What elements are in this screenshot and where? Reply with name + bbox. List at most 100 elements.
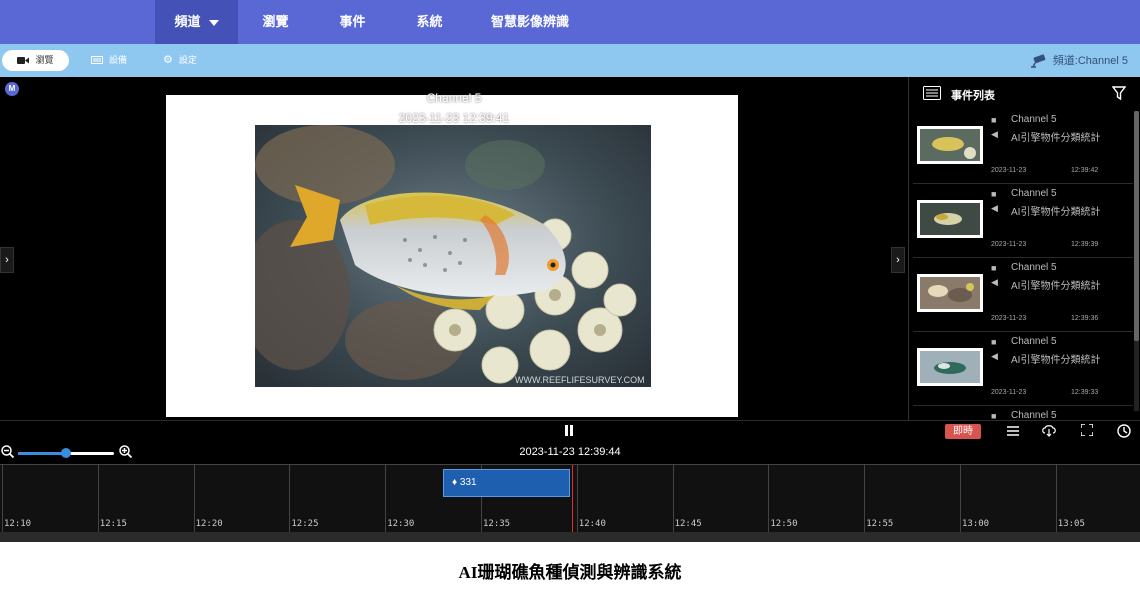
nav-item-label: 瀏覽 — [262, 14, 289, 29]
cloud-download-icon — [1042, 425, 1056, 437]
event-thumbnail — [917, 274, 983, 312]
event-type: AI引擎物件分類統計 — [1011, 281, 1101, 292]
fullscreen-button[interactable] — [1079, 423, 1095, 440]
timeline-gridline — [97, 465, 99, 533]
nav-item-events[interactable]: 事件 — [325, 0, 380, 44]
event-list-scrollbar[interactable] — [1134, 111, 1139, 411]
event-list-panel: 事件列表 ■ ◀ Channel 5 AI引擎物件分類統計 2023-11-23… — [908, 77, 1140, 420]
filter-icon[interactable] — [1112, 86, 1126, 100]
event-thumbnail — [917, 126, 983, 164]
video-camera-icon: ■ — [991, 263, 997, 273]
event-date: 2023-11-23 — [991, 241, 1027, 248]
video-camera-icon: ■ — [991, 337, 997, 347]
timeline-tick-label: 12:45 — [674, 519, 702, 529]
device-button[interactable]: 設備 — [85, 50, 133, 71]
timeline-track[interactable]: ♦ 331 12:10 12:15 12:20 12:25 12:30 12:35 12:4… — [0, 464, 1140, 533]
timeline-gridline — [289, 465, 291, 533]
timeline-tick-label: 13:05 — [1057, 519, 1085, 529]
event-time: 12:39:33 — [1071, 389, 1099, 396]
nav-item-browse[interactable]: 瀏覽 — [248, 0, 303, 44]
video-camera-icon: ■ — [991, 411, 997, 420]
event-list-title: 事件列表 — [951, 90, 995, 102]
nav-item-system[interactable]: 系統 — [402, 0, 457, 44]
timeline-gridline — [193, 465, 195, 533]
event-thumbnail — [917, 348, 983, 386]
timeline-gridline — [960, 465, 961, 533]
event-item[interactable]: ■ Channel 5 — [913, 408, 1133, 420]
event-date: 2023-11-23 — [991, 389, 1027, 396]
playhead-cursor[interactable] — [572, 465, 573, 533]
device-label: 設備 — [109, 55, 128, 65]
event-list-header: 事件列表 — [909, 77, 1140, 109]
nav-item-label: 事件 — [339, 14, 366, 29]
timeline-tick-label: 12:40 — [578, 519, 606, 529]
speaker-icon: ◀ — [991, 129, 998, 139]
cloud-download-button[interactable] — [1040, 424, 1058, 440]
event-thumbnail — [917, 200, 983, 238]
chevron-right-icon: › — [896, 254, 900, 266]
timeline-gridline — [864, 465, 866, 533]
timeline-tick-label: 12:55 — [866, 519, 894, 529]
event-item[interactable]: ■ ◀ Channel 5 AI引擎物件分類統計 2023-11-23 12:3… — [913, 334, 1133, 406]
timeline-tick-label: 12:10 — [4, 519, 32, 529]
fullscreen-icon — [1080, 423, 1094, 437]
timeline-gridline — [1055, 465, 1057, 533]
current-channel-indicator: 頻道:Channel 5 — [1030, 52, 1128, 70]
browse-button[interactable]: 瀏覽 — [2, 50, 69, 71]
event-type: AI引擎物件分類統計 — [1011, 355, 1101, 366]
list-view-button[interactable] — [1005, 424, 1021, 440]
timeline-gridline — [385, 465, 387, 533]
event-channel: Channel 5 — [1011, 114, 1057, 125]
settings-button[interactable]: ⚙ 設定 — [157, 50, 203, 71]
recording-segment[interactable]: ♦ 331 — [443, 469, 570, 497]
event-channel: Channel 5 — [1011, 262, 1057, 273]
timeline-tick-label: 12:30 — [387, 519, 415, 529]
watermark-text: WWW.REEFLIFESURVEY.COM — [515, 375, 645, 385]
list-icon — [923, 86, 941, 100]
event-time: 12:39:39 — [1071, 241, 1099, 248]
chevron-down-icon — [208, 19, 219, 26]
nav-item-smart-recognition[interactable]: 智慧影像辨識 — [480, 0, 580, 44]
timeline-gridline — [768, 465, 770, 533]
pause-icon — [565, 425, 573, 436]
sub-toolbar: 瀏覽 設備 ⚙ 設定 頻道:Channel 5 — [0, 44, 1140, 77]
current-channel-label: 頻道:Channel 5 — [1052, 55, 1128, 67]
event-channel: Channel 5 — [1011, 188, 1057, 199]
top-nav: 頻道 瀏覽 事件 系統 智慧影像辨識 — [0, 0, 1140, 44]
gear-icon: ⚙ — [163, 54, 173, 66]
live-button[interactable]: 即時 — [945, 424, 981, 439]
timeline-panel: 2023-11-23 12:39:44 ♦ 331 12:10 12:15 12:2… — [0, 442, 1140, 542]
video-camera-icon: ■ — [991, 115, 997, 125]
pause-button[interactable] — [562, 424, 576, 440]
history-button[interactable] — [1116, 424, 1132, 440]
event-date: 2023-11-23 — [991, 167, 1027, 174]
chevron-right-icon: › — [5, 254, 9, 266]
clock-icon — [1117, 424, 1131, 438]
event-item[interactable]: ■ ◀ Channel 5 AI引擎物件分類統計 2023-11-23 12:3… — [913, 260, 1133, 332]
event-channel: Channel 5 — [1011, 410, 1057, 420]
nav-item-label: 系統 — [416, 14, 443, 29]
speaker-icon: ◀ — [991, 203, 998, 213]
scrollbar-thumb[interactable] — [1134, 111, 1139, 341]
nav-item-label: 智慧影像辨識 — [490, 14, 569, 29]
event-item[interactable]: ■ ◀ Channel 5 AI引擎物件分類統計 2023-11-23 12:3… — [913, 186, 1133, 258]
zoom-row: 2023-11-23 12:39:44 — [0, 442, 1140, 464]
event-type: AI引擎物件分類統計 — [1011, 207, 1101, 218]
video-timestamp: 2023-11-23 12:39:41 — [398, 111, 510, 125]
water-drop-icon: ♦ — [452, 477, 460, 488]
nav-item-channel[interactable]: 頻道 — [155, 0, 238, 44]
event-time: 12:39:36 — [1071, 315, 1099, 322]
event-item[interactable]: ■ ◀ Channel 5 AI引擎物件分類統計 2023-11-23 12:3… — [913, 112, 1133, 184]
right-expand-button[interactable]: › — [891, 247, 905, 273]
segment-label: 331 — [459, 477, 477, 488]
event-date: 2023-11-23 — [991, 315, 1027, 322]
video-viewer[interactable]: M WWW.REEFLIFESURVEY.COM Channel 5 2023-… — [0, 77, 908, 420]
timeline-tick-label: 13:00 — [962, 519, 990, 529]
timeline-tick-label: 12:20 — [195, 519, 223, 529]
timeline-footer — [0, 532, 1140, 542]
device-icon — [91, 56, 103, 64]
video-frame: WWW.REEFLIFESURVEY.COM — [166, 95, 738, 417]
timeline-current-time: 2023-11-23 12:39:44 — [519, 446, 621, 458]
event-channel: Channel 5 — [1011, 336, 1057, 347]
left-expand-button[interactable]: › — [0, 247, 14, 273]
